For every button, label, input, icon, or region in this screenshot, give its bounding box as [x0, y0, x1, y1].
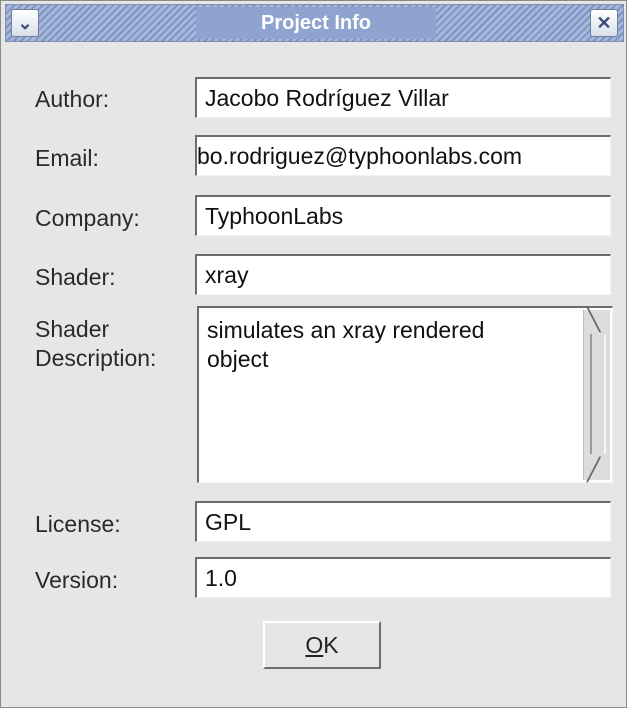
window-title: Project Info: [260, 12, 371, 34]
ok-mnemonic: O: [305, 631, 324, 658]
company-field[interactable]: TyphoonLabs: [195, 195, 611, 236]
title-bar[interactable]: ⌄ Project Info ✕: [5, 4, 624, 42]
company-label: Company:: [35, 205, 140, 231]
shader-description-label-line2: Description:: [35, 345, 157, 371]
author-label: Author:: [35, 86, 110, 112]
email-label: Email:: [35, 145, 99, 171]
shader-description-text: simulates an xray rendered object: [207, 317, 485, 372]
scroll-up-icon[interactable]: ╲: [587, 308, 600, 332]
ok-label-rest: K: [323, 631, 339, 658]
version-label: Version:: [35, 567, 119, 593]
scroll-track[interactable]: [590, 334, 606, 454]
shader-description-label-line1: Shader: [35, 316, 110, 342]
close-icon[interactable]: ✕: [590, 9, 618, 37]
shader-label: Shader:: [35, 264, 116, 290]
shader-description-textarea[interactable]: simulates an xray rendered object ╲ ╱: [197, 306, 613, 483]
chevron-down-icon[interactable]: ⌄: [11, 9, 39, 37]
email-field[interactable]: bo.rodriguez@typhoonlabs.com: [195, 135, 611, 176]
project-info-dialog: ⌄ Project Info ✕ Author: Jacobo Rodrígue…: [0, 0, 627, 708]
license-label: License:: [35, 511, 121, 537]
scroll-down-icon[interactable]: ╱: [587, 458, 600, 482]
license-field[interactable]: GPL: [195, 501, 611, 542]
vertical-scrollbar[interactable]: ╲ ╱: [583, 308, 610, 482]
version-field[interactable]: 1.0: [195, 557, 611, 598]
shader-field[interactable]: xray: [195, 254, 611, 295]
title-center: Project Info: [196, 7, 436, 39]
ok-button[interactable]: OK: [263, 621, 381, 669]
author-field[interactable]: Jacobo Rodríguez Villar: [195, 77, 611, 118]
